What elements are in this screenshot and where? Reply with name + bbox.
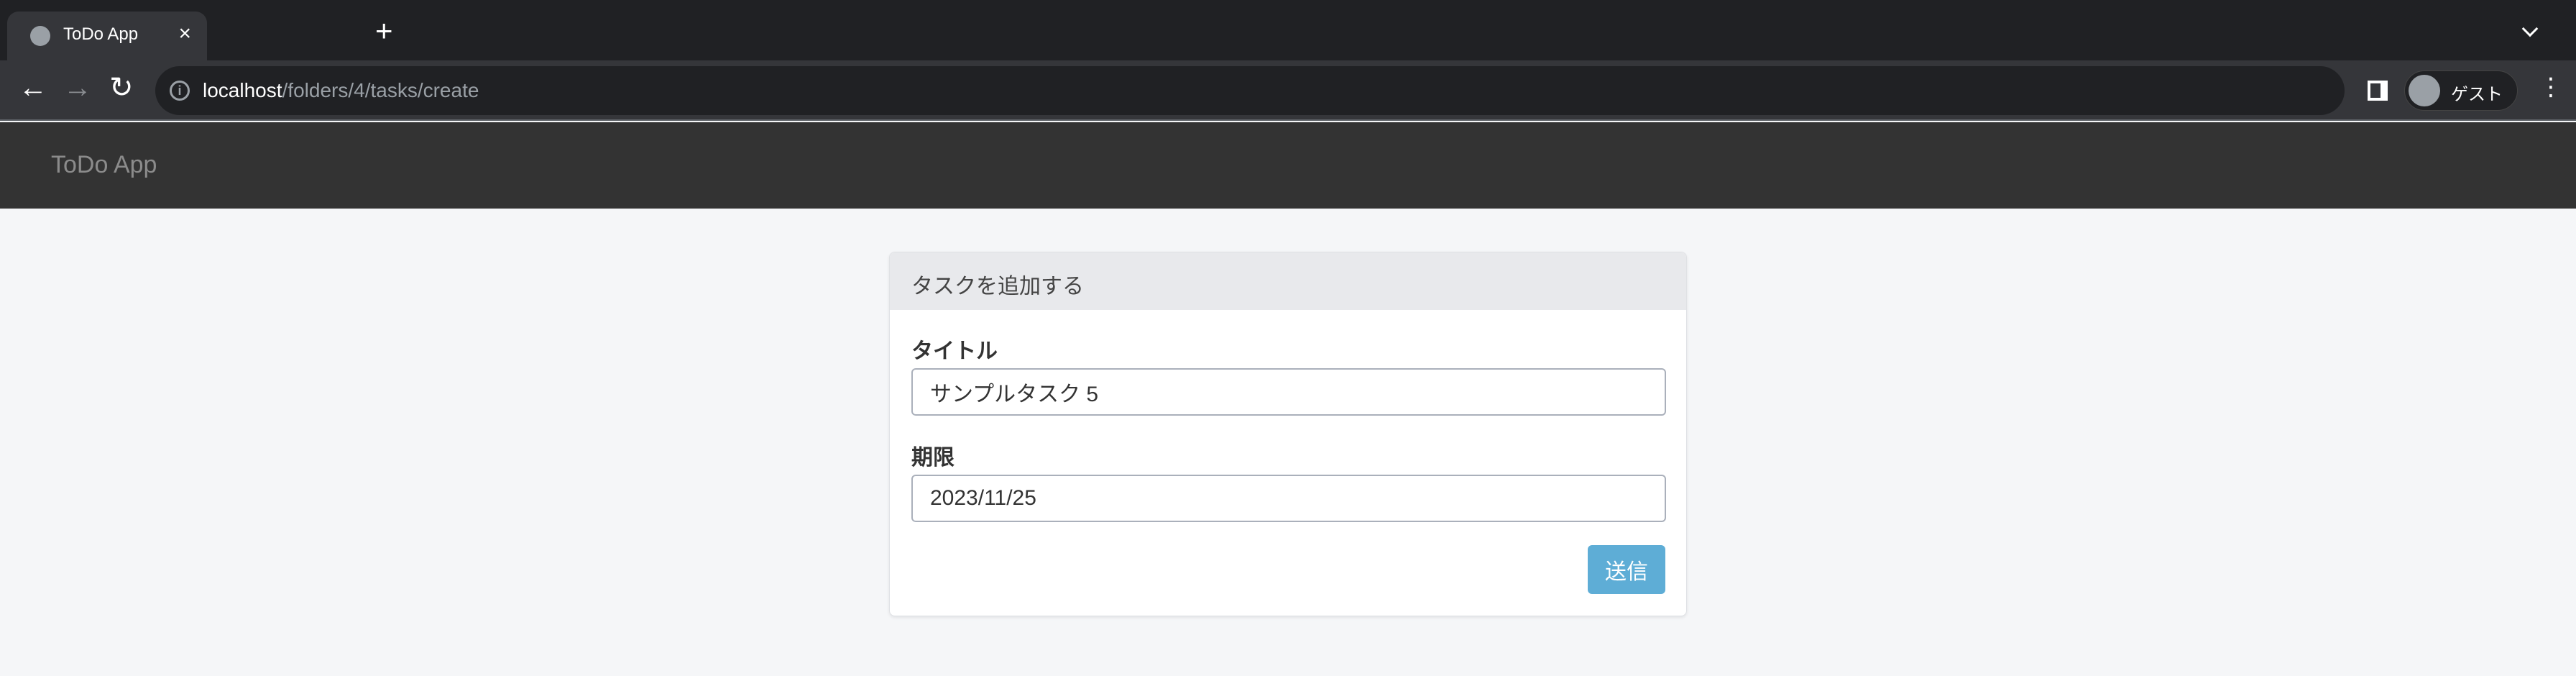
due-date-input[interactable] bbox=[911, 475, 1666, 522]
globe-icon bbox=[30, 26, 50, 46]
new-tab-button[interactable]: + bbox=[375, 16, 393, 46]
info-icon[interactable]: i bbox=[170, 81, 190, 101]
avatar-icon bbox=[2409, 75, 2440, 106]
url-host: localhost bbox=[203, 79, 282, 101]
add-task-card: タスクを追加する タイトル 期限 送信 bbox=[889, 252, 1687, 616]
side-panel-icon[interactable] bbox=[2368, 81, 2388, 101]
close-tab-icon[interactable]: × bbox=[178, 22, 191, 46]
browser-toolbar: ← → ↻ i localhost/folders/4/tasks/create… bbox=[0, 60, 2576, 121]
card-heading: タスクを追加する bbox=[890, 252, 1686, 310]
kebab-menu-icon[interactable]: ⋮ bbox=[2539, 75, 2563, 99]
tab-strip: ToDo App × + bbox=[0, 0, 2576, 60]
back-button[interactable]: ← bbox=[19, 73, 47, 102]
brand-link[interactable]: ToDo App bbox=[51, 151, 157, 179]
title-input[interactable] bbox=[911, 368, 1666, 416]
tab-title: ToDo App bbox=[63, 24, 139, 44]
submit-button[interactable]: 送信 bbox=[1588, 545, 1665, 594]
url-path: /folders/4/tasks/create bbox=[282, 79, 479, 101]
url-text[interactable]: localhost/folders/4/tasks/create bbox=[203, 79, 479, 102]
chevron-down-icon[interactable] bbox=[2521, 20, 2539, 37]
profile-button[interactable]: ゲスト bbox=[2404, 70, 2518, 111]
title-label: タイトル bbox=[911, 339, 998, 363]
due-date-label: 期限 bbox=[911, 446, 954, 470]
forward-button[interactable]: → bbox=[63, 73, 92, 102]
profile-name: ゲスト bbox=[2451, 85, 2503, 104]
reload-button[interactable]: ↻ bbox=[109, 73, 134, 102]
browser-tab[interactable]: ToDo App × bbox=[7, 12, 207, 60]
app-navbar: ToDo App bbox=[0, 122, 2576, 209]
address-bar[interactable]: i localhost/folders/4/tasks/create bbox=[155, 66, 2345, 115]
